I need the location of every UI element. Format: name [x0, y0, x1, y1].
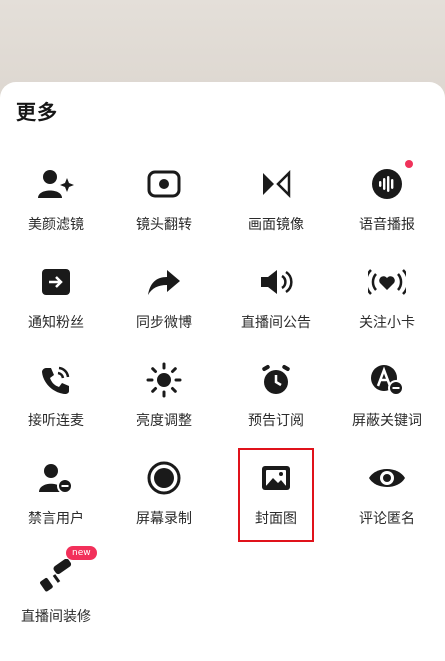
notification-dot — [405, 160, 413, 168]
sheet-title: 更多 — [16, 100, 58, 124]
camera-flip-icon — [142, 164, 186, 204]
sun-icon — [142, 360, 186, 400]
announcement-item[interactable]: 直播间公告 — [220, 248, 332, 340]
new-badge: new — [66, 546, 97, 560]
screen-record-item[interactable]: 屏幕录制 — [108, 444, 220, 536]
item-label: 关注小卡 — [359, 315, 415, 331]
highlight-box — [238, 448, 314, 542]
alarm-clock-icon — [254, 360, 298, 400]
share-arrow-icon — [142, 262, 186, 302]
heart-broadcast-icon — [365, 262, 409, 302]
mute-user-item[interactable]: 禁言用户 — [0, 444, 112, 536]
eye-icon — [365, 458, 409, 498]
item-label: 画面镜像 — [248, 217, 304, 233]
item-label: 同步微博 — [136, 315, 192, 331]
follow-card-item[interactable]: 关注小卡 — [331, 248, 443, 340]
voice-wave-icon — [365, 164, 409, 204]
camera-flip-item[interactable]: 镜头翻转 — [108, 150, 220, 242]
sync-weibo-item[interactable]: 同步微博 — [108, 248, 220, 340]
notify-fans-item[interactable]: 通知粉丝 — [0, 248, 112, 340]
item-label: 直播间公告 — [241, 315, 311, 331]
block-keywords-item[interactable]: 屏蔽关键词 — [331, 346, 443, 438]
speaker-icon — [254, 262, 298, 302]
voice-broadcast-item[interactable]: 语音播报 — [331, 150, 443, 242]
item-label: 禁言用户 — [28, 511, 84, 527]
preview-subscribe-item[interactable]: 预告订阅 — [220, 346, 332, 438]
notify-arrow-icon — [34, 262, 78, 302]
mirror-item[interactable]: 画面镜像 — [220, 150, 332, 242]
item-label: 屏幕录制 — [136, 511, 192, 527]
room-decoration-item[interactable]: new 直播间装修 — [0, 542, 112, 634]
item-label: 评论匿名 — [359, 511, 415, 527]
mirror-icon — [254, 164, 298, 204]
beauty-filter-item[interactable]: 美颜滤镜 — [0, 150, 112, 242]
anonymous-comment-item[interactable]: 评论匿名 — [331, 444, 443, 536]
item-label: 接听连麦 — [28, 413, 84, 429]
item-label: 直播间装修 — [21, 609, 91, 625]
brightness-item[interactable]: 亮度调整 — [108, 346, 220, 438]
record-icon — [142, 458, 186, 498]
text-block-icon — [365, 360, 409, 400]
item-label: 屏蔽关键词 — [352, 413, 422, 429]
user-sparkle-icon — [34, 164, 78, 204]
item-label: 亮度调整 — [136, 413, 192, 429]
accept-cohost-item[interactable]: 接听连麦 — [0, 346, 112, 438]
paint-roller-icon — [34, 556, 78, 596]
item-label: 镜头翻转 — [136, 217, 192, 233]
item-label: 预告订阅 — [248, 413, 304, 429]
phone-icon — [34, 360, 78, 400]
item-label: 美颜滤镜 — [28, 217, 84, 233]
item-label: 通知粉丝 — [28, 315, 84, 331]
user-mute-icon — [34, 458, 78, 498]
item-label: 语音播报 — [359, 217, 415, 233]
